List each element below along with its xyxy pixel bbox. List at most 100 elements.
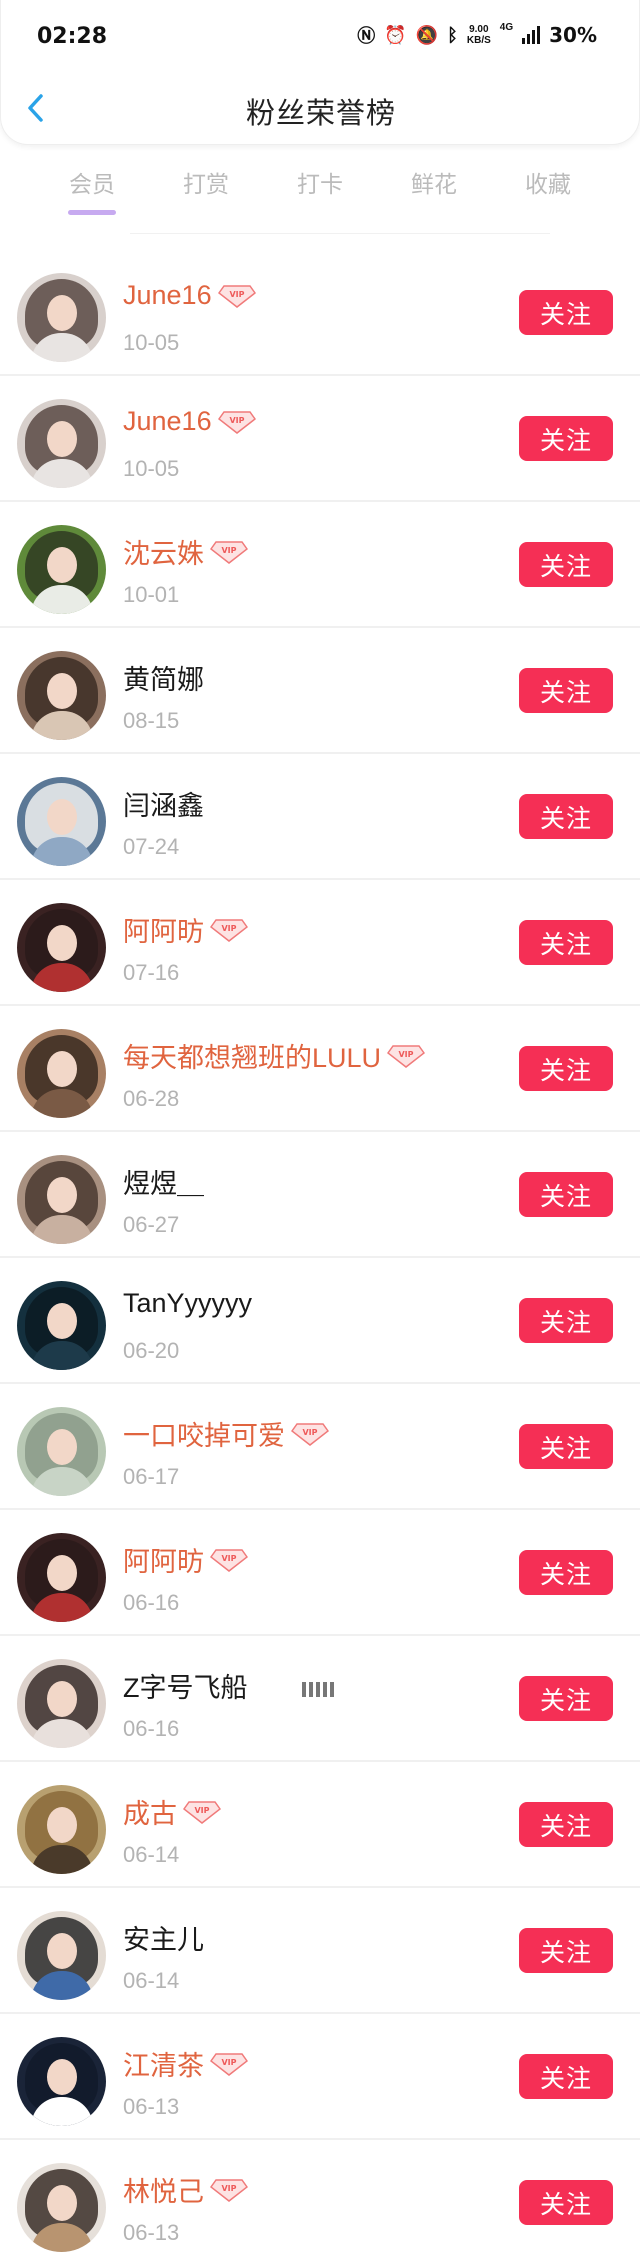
fan-name-line: 林悦己 VIP	[123, 2170, 249, 2209]
status-bar: 02:28 Ⓝ ⏰ 🔕 ᛒ 9.00 KB/S 4G 30%	[1, 0, 640, 64]
avatar[interactable]	[17, 651, 106, 740]
follow-button[interactable]: 关注	[519, 1550, 613, 1595]
avatar[interactable]	[17, 1911, 106, 2000]
follow-button[interactable]: 关注	[519, 1172, 613, 1217]
fan-name: 江清茶	[123, 2051, 204, 2081]
tab-label: 收藏	[525, 171, 571, 197]
fan-name-line: 煜煜＿	[123, 1162, 204, 1201]
battery-level: 30%	[549, 23, 597, 47]
avatar[interactable]	[17, 1029, 106, 1118]
avatar[interactable]	[17, 1281, 106, 1370]
avatar[interactable]	[17, 777, 106, 866]
tab-label: 打卡	[297, 171, 343, 197]
fan-date: 06-27	[123, 1212, 180, 1237]
fan-row[interactable]: 林悦己 VIP 06-13 关注	[0, 2140, 640, 2263]
fan-name-line: June16 VIP	[123, 406, 256, 437]
avatar[interactable]	[17, 1533, 106, 1622]
avatar[interactable]	[17, 525, 106, 614]
tab-favorites[interactable]: 收藏	[508, 165, 588, 199]
fan-date: 07-16	[123, 960, 180, 985]
tab-label: 会员	[69, 171, 115, 197]
fan-name: June16	[123, 406, 212, 436]
follow-button[interactable]: 关注	[519, 668, 613, 713]
signal-icon	[522, 26, 541, 44]
tab-reward[interactable]: 打赏	[166, 165, 246, 199]
avatar[interactable]	[17, 1155, 106, 1244]
fan-name: 阿阿昉	[123, 1547, 204, 1577]
tab-flowers[interactable]: 鲜花	[394, 165, 474, 199]
fan-list: June16 VIP 10-05 关注 June16 VIP 10-05 关注 沈云姝 VIP 10…	[0, 250, 640, 2263]
net-speed-value: 9.00	[469, 24, 489, 35]
vip-diamond-icon: VIP	[209, 540, 249, 564]
vip-diamond-icon: VIP	[209, 2052, 249, 2076]
follow-button[interactable]: 关注	[519, 1928, 613, 1973]
fan-name-line: TanYyyyyy	[123, 1288, 252, 1319]
fan-date: 06-16	[123, 1590, 180, 1615]
avatar[interactable]	[17, 903, 106, 992]
fan-row[interactable]: 阿阿昉 VIP 07-16 关注	[0, 880, 640, 1006]
fan-row[interactable]: TanYyyyyy 06-20 关注	[0, 1258, 640, 1384]
svg-text:VIP: VIP	[194, 1806, 209, 1815]
fan-row[interactable]: 每天都想翘班的LULU VIP 06-28 关注	[0, 1006, 640, 1132]
fan-row[interactable]: 江清茶 VIP 06-13 关注	[0, 2014, 640, 2140]
fan-date: 06-28	[123, 1086, 180, 1111]
follow-button[interactable]: 关注	[519, 416, 613, 461]
follow-button[interactable]: 关注	[519, 2180, 613, 2225]
loading-indicator	[302, 1682, 334, 1697]
fan-row[interactable]: 沈云姝 VIP 10-01 关注	[0, 502, 640, 628]
tab-member[interactable]: 会员	[52, 165, 132, 199]
fan-row[interactable]: 一口咬掉可爱 VIP 06-17 关注	[0, 1384, 640, 1510]
fan-date: 07-24	[123, 834, 180, 859]
tab-checkin[interactable]: 打卡	[280, 165, 360, 199]
vip-diamond-icon: VIP	[209, 1548, 249, 1572]
follow-button[interactable]: 关注	[519, 794, 613, 839]
fan-row[interactable]: 黄简娜 08-15 关注	[0, 628, 640, 754]
mute-icon: 🔕	[415, 24, 439, 45]
fan-row[interactable]: 闫涵鑫 07-24 关注	[0, 754, 640, 880]
fan-row[interactable]: Z字号飞船 06-16 关注	[0, 1636, 640, 1762]
fan-name: TanYyyyyy	[123, 1288, 253, 1318]
net-speed: 9.00 KB/S	[467, 24, 491, 46]
fan-date: 10-05	[123, 330, 180, 355]
vip-diamond-icon: VIP	[209, 918, 249, 942]
fan-date: 06-13	[123, 2220, 180, 2245]
fan-name-line: 阿阿昉 VIP	[123, 910, 249, 949]
follow-button[interactable]: 关注	[519, 1046, 613, 1091]
svg-text:VIP: VIP	[221, 2058, 236, 2067]
follow-button[interactable]: 关注	[519, 1802, 613, 1847]
svg-text:VIP: VIP	[221, 546, 236, 555]
avatar[interactable]	[17, 1785, 106, 1874]
fan-row[interactable]: June16 VIP 10-05 关注	[0, 376, 640, 502]
follow-button[interactable]: 关注	[519, 1424, 613, 1469]
svg-text:VIP: VIP	[229, 290, 244, 299]
fan-name: 闫涵鑫	[123, 791, 204, 821]
fan-row[interactable]: 煜煜＿ 06-27 关注	[0, 1132, 640, 1258]
avatar[interactable]	[17, 273, 106, 362]
fan-row[interactable]: June16 VIP 10-05 关注	[0, 250, 640, 376]
fan-name-line: 安主儿	[123, 1918, 204, 1957]
fan-row[interactable]: 安主儿 06-14 关注	[0, 1888, 640, 2014]
avatar[interactable]	[17, 1659, 106, 1748]
fan-row[interactable]: 成古 VIP 06-14 关注	[0, 1762, 640, 1888]
svg-text:VIP: VIP	[221, 2184, 236, 2193]
fan-name-line: June16 VIP	[123, 280, 256, 311]
alarm-icon: ⏰	[384, 24, 407, 45]
fan-row[interactable]: 阿阿昉 VIP 06-16 关注	[0, 1510, 640, 1636]
fan-name: 每天都想翘班的LULU	[123, 1043, 382, 1073]
follow-button[interactable]: 关注	[519, 920, 613, 965]
header-card: 02:28 Ⓝ ⏰ 🔕 ᛒ 9.00 KB/S 4G 30% 粉丝荣誉榜	[0, 0, 640, 145]
follow-button[interactable]: 关注	[519, 1298, 613, 1343]
follow-button[interactable]: 关注	[519, 542, 613, 587]
avatar[interactable]	[17, 2163, 106, 2252]
avatar[interactable]	[17, 1407, 106, 1496]
avatar[interactable]	[17, 399, 106, 488]
follow-button[interactable]: 关注	[519, 2054, 613, 2099]
fan-name: Z字号飞船	[123, 1673, 248, 1703]
fan-name-line: 江清茶 VIP	[123, 2044, 249, 2083]
fan-date: 08-15	[123, 708, 180, 733]
vip-diamond-icon: VIP	[217, 284, 256, 308]
follow-button[interactable]: 关注	[519, 1676, 613, 1721]
avatar[interactable]	[17, 2037, 106, 2126]
follow-button[interactable]: 关注	[519, 290, 613, 335]
fan-name-line: 成古 VIP	[123, 1792, 222, 1831]
